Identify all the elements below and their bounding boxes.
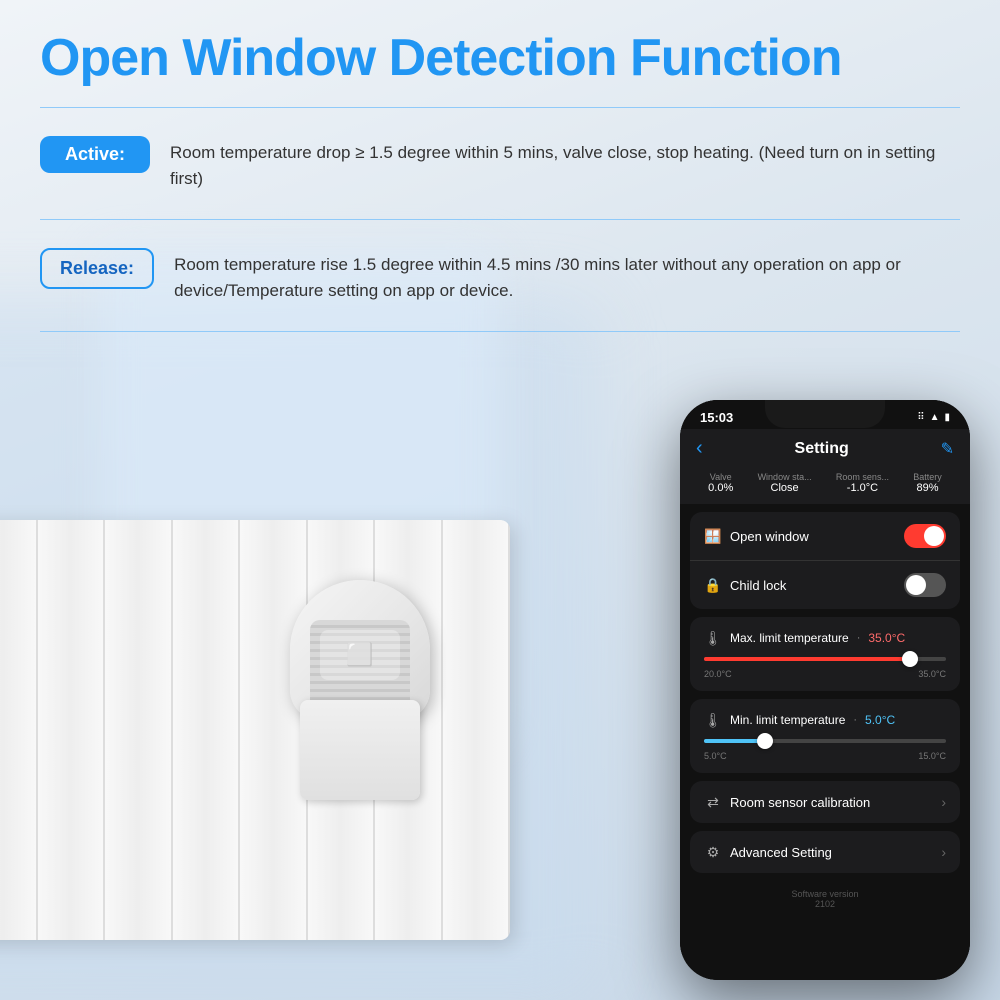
- max-temp-label: Max. limit temperature: [730, 631, 849, 645]
- active-text: Room temperature drop ≥ 1.5 degree withi…: [170, 136, 960, 191]
- stat-battery-label: Battery: [913, 472, 942, 482]
- stat-battery: Battery 89%: [913, 472, 942, 494]
- max-temp-thumb[interactable]: [902, 651, 918, 667]
- child-lock-left: 🔒 Child lock: [704, 576, 786, 594]
- room-sensor-label: Room sensor calibration: [730, 795, 870, 810]
- release-badge: Release:: [40, 248, 154, 289]
- divider-2: [40, 219, 960, 220]
- battery-icon: ▮: [944, 412, 950, 423]
- child-lock-icon: 🔒: [704, 576, 722, 594]
- max-temp-value: 35.0°C: [868, 631, 905, 645]
- room-sensor-icon: ⇄: [704, 793, 722, 811]
- back-button[interactable]: ‹: [696, 437, 703, 460]
- fin: [105, 520, 173, 940]
- child-lock-row[interactable]: 🔒 Child lock: [690, 561, 960, 609]
- signal-icon: ⠿: [917, 412, 924, 423]
- app-header: ‹ Setting ✎ Valve 0.0% Window sta... Clo…: [680, 429, 970, 504]
- edit-button[interactable]: ✎: [941, 439, 954, 459]
- max-temp-separator: ·: [857, 632, 861, 644]
- phone-frame: 15:03 ⠿ ▲ ▮ ‹ Setting ✎ Valve: [680, 400, 970, 980]
- status-time: 15:03: [700, 410, 733, 425]
- min-temp-thumb[interactable]: [757, 733, 773, 749]
- stat-valve-label: Valve: [708, 472, 733, 482]
- release-row: Release: Room temperature rise 1.5 degre…: [40, 234, 960, 317]
- max-temp-slider[interactable]: [704, 657, 946, 661]
- min-temp-value: 5.0°C: [865, 713, 895, 727]
- open-window-icon: 🪟: [704, 527, 722, 545]
- stat-valve-value: 0.0%: [708, 482, 733, 494]
- toggle-section: 🪟 Open window 🔒 Child lock: [690, 512, 960, 609]
- min-temp-header: 🌡 Min. limit temperature · 5.0°C: [704, 711, 946, 729]
- stat-battery-value: 89%: [913, 482, 942, 494]
- stat-sensor: Room sens... -1.0°C: [836, 472, 889, 494]
- stat-sensor-label: Room sens...: [836, 472, 889, 482]
- room-sensor-row[interactable]: ⇄ Room sensor calibration ›: [690, 781, 960, 823]
- valve-device: ⬜: [280, 580, 460, 800]
- min-temp-icon: 🌡: [704, 711, 722, 729]
- stat-sensor-value: -1.0°C: [836, 482, 889, 494]
- stats-row: Valve 0.0% Window sta... Close Room sens…: [696, 468, 954, 498]
- top-section: Open Window Detection Function Active: R…: [0, 0, 1000, 346]
- release-text: Room temperature rise 1.5 degree within …: [174, 248, 960, 303]
- advanced-section: ⚙ Advanced Setting ›: [690, 831, 960, 873]
- min-temp-section: 🌡 Min. limit temperature · 5.0°C 5.0°C 1…: [690, 699, 960, 773]
- fin: [0, 520, 38, 940]
- divider-3: [40, 331, 960, 332]
- max-temp-range: 20.0°C 35.0°C: [704, 669, 946, 679]
- advanced-setting-label: Advanced Setting: [730, 845, 832, 860]
- active-badge: Active:: [40, 136, 150, 173]
- fin: [173, 520, 241, 940]
- settings-list: 🪟 Open window 🔒 Child lock: [680, 504, 970, 980]
- open-window-label: Open window: [730, 529, 809, 544]
- phone-mockup: 15:03 ⠿ ▲ ▮ ‹ Setting ✎ Valve: [680, 400, 970, 980]
- stat-window: Window sta... Close: [758, 472, 812, 494]
- max-temp-section: 🌡 Max. limit temperature · 35.0°C 20.0°C…: [690, 617, 960, 691]
- min-temp-min: 5.0°C: [704, 751, 727, 761]
- max-temp-max: 35.0°C: [918, 669, 946, 679]
- wifi-icon: ▲: [930, 412, 940, 423]
- fin: [38, 520, 106, 940]
- min-temp-slider[interactable]: [704, 739, 946, 743]
- room-sensor-chevron: ›: [941, 794, 946, 810]
- software-version-section: Software version 2102: [680, 881, 970, 917]
- open-window-row[interactable]: 🪟 Open window: [690, 512, 960, 561]
- open-window-toggle[interactable]: [904, 524, 946, 548]
- status-icons: ⠿ ▲ ▮: [917, 412, 950, 423]
- advanced-setting-icon: ⚙: [704, 843, 722, 861]
- active-row: Active: Room temperature drop ≥ 1.5 degr…: [40, 122, 960, 205]
- slider-fill-blue: [704, 739, 765, 743]
- software-version-value: 2102: [688, 899, 962, 909]
- max-temp-header: 🌡 Max. limit temperature · 35.0°C: [704, 629, 946, 647]
- max-temp-min: 20.0°C: [704, 669, 732, 679]
- software-version-label: Software version: [688, 889, 962, 899]
- valve-body: [300, 700, 420, 800]
- app-nav: ‹ Setting ✎: [696, 437, 954, 460]
- phone-screen: 15:03 ⠿ ▲ ▮ ‹ Setting ✎ Valve: [680, 400, 970, 980]
- phone-notch: [765, 400, 885, 428]
- child-lock-label: Child lock: [730, 578, 786, 593]
- open-window-left: 🪟 Open window: [704, 527, 809, 545]
- min-temp-label: Min. limit temperature: [730, 713, 845, 727]
- min-temp-range: 5.0°C 15.0°C: [704, 751, 946, 761]
- page-title: Open Window Detection Function: [40, 30, 960, 87]
- advanced-setting-chevron: ›: [941, 844, 946, 860]
- stat-valve: Valve 0.0%: [708, 472, 733, 494]
- child-lock-toggle[interactable]: [904, 573, 946, 597]
- room-sensor-left: ⇄ Room sensor calibration: [704, 793, 870, 811]
- slider-fill-red: [704, 657, 910, 661]
- advanced-setting-left: ⚙ Advanced Setting: [704, 843, 832, 861]
- stat-window-label: Window sta...: [758, 472, 812, 482]
- min-temp-max: 15.0°C: [918, 751, 946, 761]
- advanced-setting-row[interactable]: ⚙ Advanced Setting ›: [690, 831, 960, 873]
- calibration-section: ⇄ Room sensor calibration ›: [690, 781, 960, 823]
- divider-1: [40, 107, 960, 108]
- screen-title: Setting: [795, 440, 849, 458]
- valve-display: ⬜: [320, 630, 400, 680]
- stat-window-value: Close: [758, 482, 812, 494]
- min-temp-separator: ·: [853, 714, 857, 726]
- max-temp-icon: 🌡: [704, 629, 722, 647]
